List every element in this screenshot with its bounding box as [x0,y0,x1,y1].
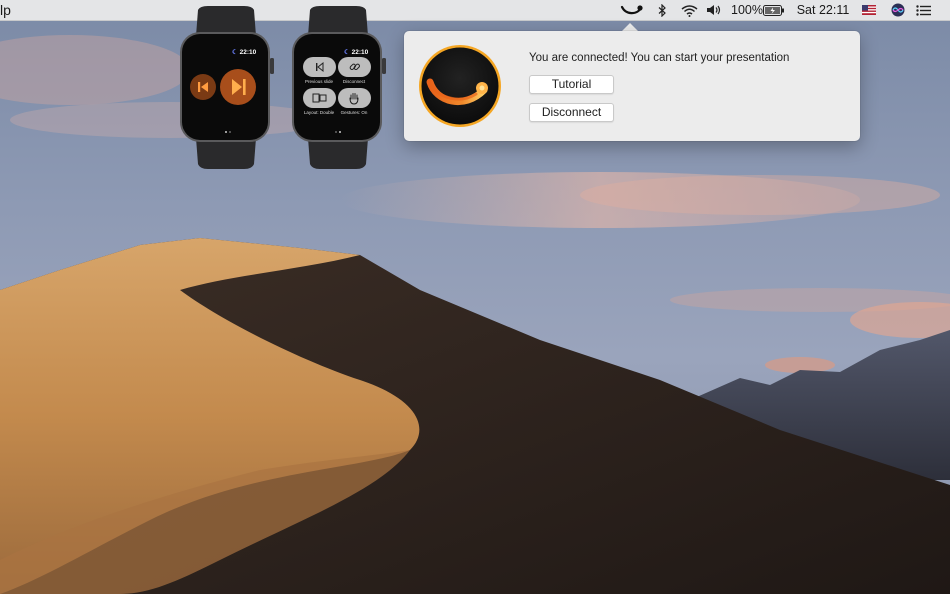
previous-button[interactable] [190,74,216,100]
volume-icon[interactable] [704,0,724,20]
disconnect-tile-button[interactable] [338,57,371,77]
app-logo-icon [418,44,502,128]
bluetooth-icon[interactable] [654,0,670,20]
tile-label: Layout: Double [303,110,335,115]
notification-center-icon[interactable] [912,0,934,20]
previous-slide-icon [316,61,324,73]
next-button[interactable] [220,69,256,105]
tile-label: Disconnect [342,79,366,84]
flag-us-icon[interactable] [860,0,878,20]
tutorial-button[interactable]: Tutorial [529,75,614,94]
gestures-tile-button[interactable] [338,88,371,108]
previous-slide-button[interactable] [303,57,336,77]
moon-icon: ☾ [344,49,350,56]
watch-time: 22:10 [239,49,257,56]
presentation-remote-icon[interactable] [618,0,646,20]
watch-remote-menu: ☾ 22:10 Previous slide Disconnect Layout… [290,6,386,170]
menu-bar: lp 100% Sat 22:11 [0,0,950,21]
moon-icon: ☾ [232,49,238,56]
watch-time: 22:10 [351,49,369,56]
disconnect-button[interactable]: Disconnect [529,103,614,122]
layout-icon [312,93,327,103]
link-icon [349,63,360,70]
connection-message: You are connected! You can start your pr… [529,52,790,64]
siri-icon[interactable] [888,0,908,20]
menu-clock[interactable]: Sat 22:11 [794,0,852,20]
hand-icon [349,93,359,105]
app-menu-help[interactable]: lp [0,2,11,18]
previous-icon [198,82,208,92]
next-icon [232,79,246,95]
battery-percent[interactable]: 100% [731,0,763,20]
battery-icon[interactable] [762,0,786,20]
tile-label: Gestures: On [340,110,368,115]
layout-tile-button[interactable] [303,88,336,108]
status-popover: You are connected! You can start your pr… [404,31,860,141]
watch-media-controls: ☾ 22:10 [178,6,274,170]
wifi-icon[interactable] [678,0,700,20]
tile-label: Previous slide [304,79,333,84]
